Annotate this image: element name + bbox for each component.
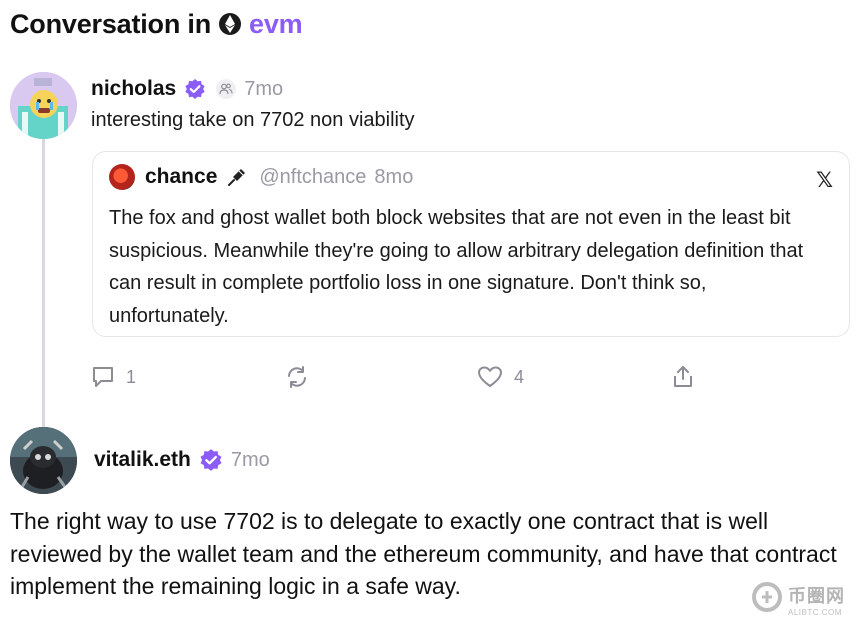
reply-button[interactable]: 1 <box>90 364 136 390</box>
thread-connector-line <box>42 138 45 428</box>
share-icon <box>670 364 696 390</box>
recast-icon <box>284 364 310 390</box>
quoted-post-text: The fox and ghost wallet both block webs… <box>109 207 804 327</box>
quoted-post-card[interactable]: chance @nftchance 8mo 𝕏 The fox and ghos… <box>92 151 850 337</box>
reply-author-name[interactable]: vitalik.eth <box>94 448 191 472</box>
watermark-title: 币圈网 <box>788 586 845 606</box>
x-logo-icon[interactable]: 𝕏 <box>816 168 833 193</box>
watermark-logo-icon <box>750 580 784 619</box>
post-text: interesting take on 7702 non viability <box>91 109 415 131</box>
post-timestamp[interactable]: 7mo <box>244 78 283 101</box>
share-button[interactable] <box>670 364 696 390</box>
recast-button[interactable] <box>284 364 320 390</box>
ethereum-icon <box>219 12 242 36</box>
post-header: nicholas 7mo <box>91 75 283 103</box>
quoted-post-header: chance @nftchance 8mo <box>109 164 413 190</box>
post-author-name[interactable]: nicholas <box>91 77 176 101</box>
reply-text: The right way to use 7702 is to delegate… <box>10 508 837 599</box>
reply-header: vitalik.eth 7mo <box>94 446 270 474</box>
pen-nib-icon <box>225 165 249 189</box>
comment-icon <box>90 364 116 390</box>
quoted-author-handle[interactable]: @nftchance <box>259 166 366 189</box>
conversation-header: Conversation in evm <box>10 6 303 42</box>
channel-members-icon[interactable] <box>216 79 237 99</box>
like-count: 4 <box>514 366 525 387</box>
channel-link[interactable]: evm <box>249 9 303 40</box>
quoted-author-name[interactable]: chance <box>145 165 217 189</box>
verified-badge-icon <box>184 78 206 100</box>
watermark: 币圈网 ALIBTC.COM <box>750 580 845 619</box>
post-action-bar: 1 4 <box>90 364 710 396</box>
quoted-post-timestamp[interactable]: 8mo <box>374 166 413 189</box>
like-button[interactable]: 4 <box>476 364 524 390</box>
avatar-chance[interactable] <box>109 164 135 190</box>
heart-icon <box>476 364 504 390</box>
conversation-title: Conversation in <box>10 8 212 39</box>
watermark-subtitle: ALIBTC.COM <box>788 608 842 617</box>
reply-timestamp[interactable]: 7mo <box>231 449 270 472</box>
verified-badge-icon <box>199 448 223 472</box>
avatar-vitalik[interactable] <box>10 427 77 494</box>
reply-count: 1 <box>126 366 137 387</box>
avatar-nicholas[interactable] <box>10 72 77 139</box>
